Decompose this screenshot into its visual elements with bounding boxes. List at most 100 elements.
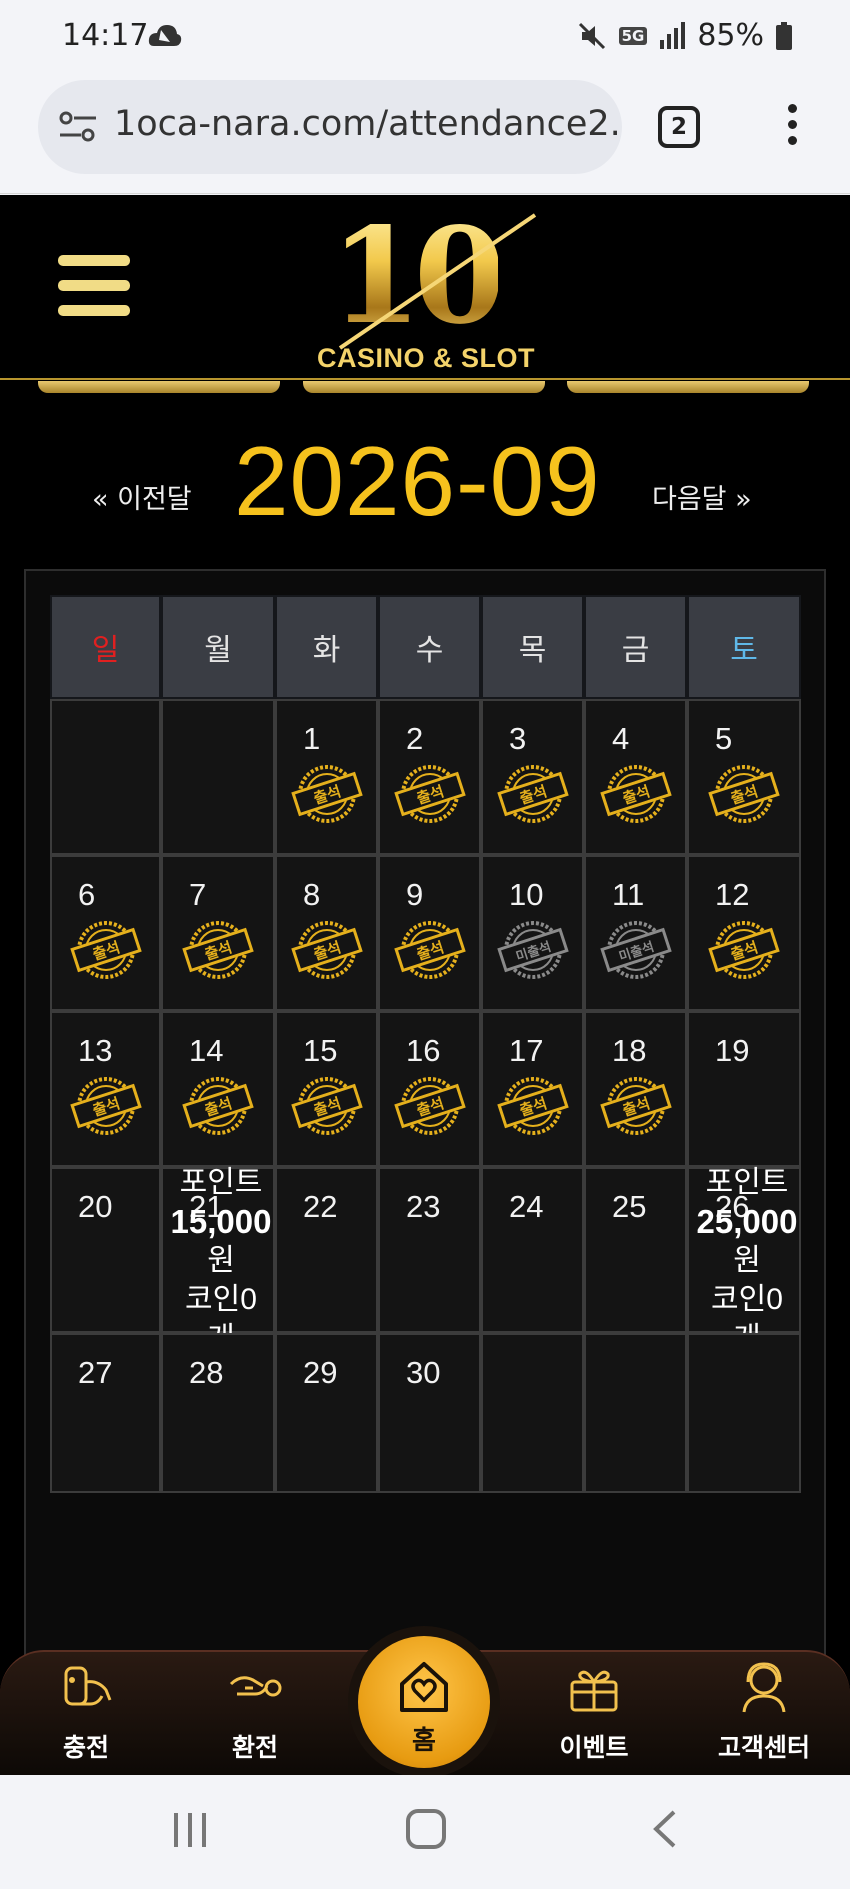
nav-exchange[interactable]: 환전 [195, 1660, 315, 1770]
day-number: 11 [612, 877, 645, 912]
day-number: 25 [612, 1189, 647, 1224]
gold-tab[interactable] [303, 381, 545, 393]
day-number: 4 [612, 721, 630, 756]
day-number: 12 [715, 877, 750, 912]
gold-tab[interactable] [38, 381, 280, 393]
calendar-week-row: 27 28 29 30 [50, 1333, 826, 1493]
weekday-label: 금 [584, 595, 687, 699]
day-number: 1 [303, 721, 321, 756]
weekday-header: 일월화수목금토 [50, 595, 826, 699]
day-number: 3 [509, 721, 527, 756]
attendance-calendar: 일월화수목금토 1 출석 2 출석 3 출석 4 출석 5 출석 6 출석 7 출석 8 출석 9 출석 10 미출석… [24, 569, 826, 1775]
mute-icon [578, 22, 605, 49]
nav-label: 환전 [231, 1733, 278, 1762]
system-home-icon[interactable] [406, 1809, 446, 1849]
day-number: 10 [509, 877, 544, 912]
reward-line: 포인트 [705, 1166, 789, 1199]
battery-percent: 85% [697, 18, 764, 53]
absence-stamp-icon: 미출석 [496, 921, 569, 979]
network-type: 5G [618, 26, 648, 45]
nav-charge[interactable]: 충전 [26, 1660, 146, 1770]
calendar-day-cell: 20 [50, 1167, 161, 1333]
calendar-day-cell [687, 1333, 801, 1493]
calendar-day-cell: 22 [275, 1167, 378, 1333]
calendar-week-row: 1 출석 2 출석 3 출석 4 출석 5 출석 [50, 699, 826, 855]
day-number: 15 [303, 1033, 338, 1068]
calendar-day-cell: 6 출석 [50, 855, 161, 1011]
calendar-day-cell: 1 출석 [275, 699, 378, 855]
calendar-day-cell: 2 출석 [378, 699, 481, 855]
calendar-day-cell: 14 출석 [161, 1011, 275, 1167]
attendance-stamp-icon: 출석 [290, 1077, 363, 1135]
calendar-week-row: 2021포인트15,000원코인0개2223242526포인트25,000원코인… [50, 1166, 826, 1355]
reward-info: 포인트25,000원코인0개 [683, 1163, 811, 1358]
reward-line: 원 [207, 1244, 235, 1277]
calendar-day-cell: 3 출석 [481, 699, 584, 855]
site-logo[interactable]: 10 CASINO & SLOT [300, 199, 550, 375]
attendance-stamp-icon: 출석 [708, 921, 780, 979]
attendance-stamp-icon: 출석 [708, 765, 780, 823]
logo-slash [338, 213, 537, 350]
weekday-label: 일 [50, 595, 161, 699]
nav-home[interactable]: 홈 [358, 1636, 490, 1768]
nav-label: 이벤트 [559, 1733, 629, 1762]
calendar-day-cell: 30 [378, 1333, 481, 1493]
prev-month-link[interactable]: « 이전달 [92, 477, 192, 516]
hamburger-menu-icon[interactable] [58, 255, 130, 317]
browser-menu-icon[interactable] [784, 104, 800, 152]
day-number: 2 [406, 721, 424, 756]
day-number: 7 [189, 877, 207, 912]
gold-tab-strip [0, 381, 850, 395]
back-icon[interactable] [650, 1809, 680, 1849]
browser-toolbar: 1oca-nara.com/attendance2. 2 [0, 76, 850, 194]
recent-apps-icon[interactable] [170, 1811, 210, 1849]
system-navigation-bar [0, 1775, 850, 1889]
calendar-week-row: 6 출석 7 출석 8 출석 9 출석 10 미출석 11 미출석 12 출석 [50, 855, 826, 1011]
nav-label: 충전 [62, 1733, 109, 1762]
site-content: 10 CASINO & SLOT « 이전달 2026-09 다음달 » 일월화… [0, 195, 850, 1775]
reward-line: 원 [733, 1244, 761, 1277]
nav-label: 홈 [412, 1726, 436, 1756]
day-number: 5 [715, 721, 733, 756]
calendar-day-cell: 21포인트15,000원코인0개 [161, 1166, 275, 1355]
attendance-stamp-icon: 출석 [290, 921, 363, 979]
bottom-navigation: 충전 환전 홈 이벤트 고객센터 [0, 1636, 850, 1775]
weekday-label: 화 [275, 595, 378, 699]
calendar-day-cell: 16 출석 [378, 1011, 481, 1167]
day-number: 18 [612, 1033, 647, 1068]
attendance-stamp-icon: 출석 [69, 1077, 142, 1135]
nav-label: 고객센터 [717, 1733, 810, 1762]
calendar-day-cell: 11 미출석 [584, 855, 687, 1011]
attendance-stamp-icon: 출석 [393, 921, 466, 979]
nav-event[interactable]: 이벤트 [534, 1660, 654, 1770]
calendar-day-cell [584, 1333, 687, 1493]
month-title: 2026-09 [234, 426, 601, 536]
next-month-link[interactable]: 다음달 » [652, 477, 752, 516]
calendar-day-cell [161, 699, 275, 855]
home-heart-icon [400, 1662, 448, 1712]
calendar-day-cell: 5 출석 [687, 699, 801, 855]
calendar-day-cell: 4 출석 [584, 699, 687, 855]
day-number: 20 [78, 1189, 113, 1224]
weekday-label: 수 [378, 595, 481, 699]
calendar-day-cell: 19 [687, 1011, 801, 1167]
tab-switcher-button[interactable]: 2 [658, 106, 700, 148]
attendance-stamp-icon: 출석 [393, 765, 466, 823]
logo-text: CASINO & SLOT [316, 343, 535, 373]
reward-line: 코인0 [711, 1283, 783, 1316]
day-number: 30 [406, 1355, 441, 1390]
calendar-day-cell: 23 [378, 1167, 481, 1333]
nav-support[interactable]: 고객센터 [704, 1660, 824, 1770]
day-number: 23 [406, 1189, 441, 1224]
calendar-day-cell: 24 [481, 1167, 584, 1333]
site-settings-icon[interactable] [58, 110, 98, 144]
calendar-day-cell: 29 [275, 1333, 378, 1493]
gold-tab[interactable] [567, 381, 809, 393]
calendar-grid: 일월화수목금토 1 출석 2 출석 3 출석 4 출석 5 출석 6 출석 7 출석 8 출석 9 출석 10 미출석… [50, 595, 826, 1493]
calendar-day-cell: 13 출석 [50, 1011, 161, 1167]
calendar-day-cell: 26포인트25,000원코인0개 [687, 1166, 801, 1355]
attendance-stamp-icon: 출석 [599, 765, 672, 823]
day-number: 28 [189, 1355, 224, 1390]
calendar-day-cell: 7 출석 [161, 855, 275, 1011]
address-bar[interactable]: 1oca-nara.com/attendance2. [38, 80, 622, 174]
